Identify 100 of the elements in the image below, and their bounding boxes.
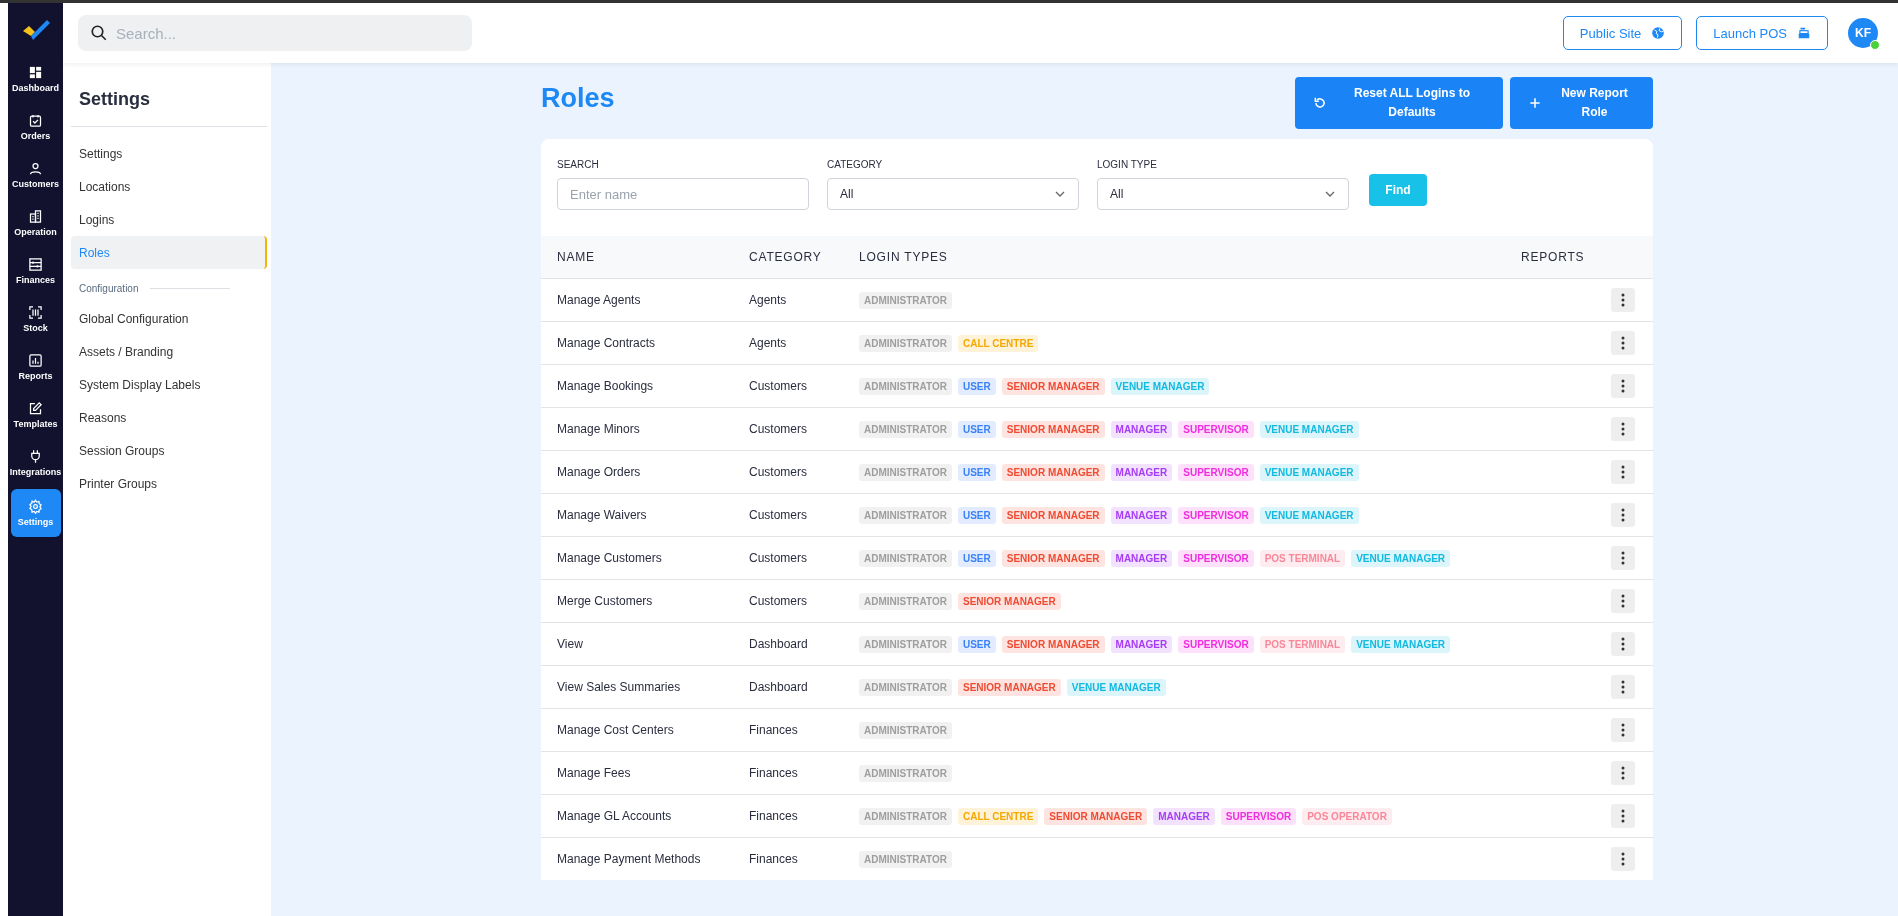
role-name: Manage Contracts <box>541 321 733 365</box>
more-vertical-icon <box>1621 379 1625 393</box>
nav-item[interactable]: Orders <box>10 105 61 149</box>
field-label: SEARCH <box>557 159 600 170</box>
sidebar-item[interactable]: Reasons <box>71 401 267 434</box>
login-type-tag: POS OPERATOR <box>1302 807 1392 825</box>
role-name: View <box>541 622 733 666</box>
login-type-tag: SUPERVISOR <box>1178 549 1254 567</box>
sidebar-item[interactable]: Global Configuration <box>71 302 267 335</box>
role-category: Customers <box>733 364 843 408</box>
action-button[interactable]: New Report Role <box>1510 77 1653 129</box>
sidebar-item[interactable]: Assets / Branding <box>71 335 267 368</box>
login-type-tag: SENIOR MANAGER <box>957 592 1061 610</box>
more-options-button[interactable] <box>1611 632 1635 656</box>
login-type-tag: ADMINISTRATOR <box>859 549 952 567</box>
field-label: LOGIN TYPE <box>1097 159 1158 170</box>
more-vertical-icon <box>1621 293 1625 307</box>
login-type-tag: USER <box>957 635 996 653</box>
more-vertical-icon <box>1621 637 1625 651</box>
more-options-button[interactable] <box>1611 589 1635 613</box>
abacus-icon <box>28 257 43 272</box>
role-name: Manage Payment Methods <box>541 837 733 880</box>
role-category: Dashboard <box>733 665 843 709</box>
login-type-tag: SENIOR MANAGER <box>957 678 1061 696</box>
nav-item[interactable]: Integrations <box>10 441 61 485</box>
sidebar-item[interactable]: Locations <box>71 170 267 203</box>
role-name: Manage Agents <box>541 278 733 322</box>
role-category: Dashboard <box>733 622 843 666</box>
sidebar-item[interactable]: Settings <box>71 137 267 170</box>
nav-item[interactable]: Templates <box>10 393 61 437</box>
role-name: Manage Minors <box>541 407 733 451</box>
role-category: Finances <box>733 751 843 795</box>
role-category: Agents <box>733 278 843 322</box>
more-options-button[interactable] <box>1611 417 1635 441</box>
role-name: Manage Fees <box>541 751 733 795</box>
login-type-tag: MANAGER <box>1110 549 1173 567</box>
edit-icon <box>28 401 43 416</box>
role-name: Manage Bookings <box>541 364 733 408</box>
scan-icon <box>28 305 43 320</box>
more-options-button[interactable] <box>1611 761 1635 785</box>
login-type-tag: SENIOR MANAGER <box>1044 807 1148 825</box>
dropdown[interactable]: All <box>1097 178 1349 210</box>
more-vertical-icon <box>1621 508 1625 522</box>
more-vertical-icon <box>1621 680 1625 694</box>
login-type-tag: MANAGER <box>1110 463 1173 481</box>
sidebar-item[interactable]: System Display Labels <box>71 368 267 401</box>
field-label: CATEGORY <box>827 159 884 170</box>
login-type-tag: ADMINISTRATOR <box>859 592 952 610</box>
user-avatar[interactable]: KF <box>1848 18 1878 48</box>
sidebar-title: Settings <box>71 63 267 127</box>
more-vertical-icon <box>1621 852 1625 866</box>
nav-item[interactable]: Finances <box>10 249 61 293</box>
role-category: Agents <box>733 321 843 365</box>
more-options-button[interactable] <box>1611 331 1635 355</box>
role-category: Finances <box>733 708 843 752</box>
more-options-button[interactable] <box>1611 718 1635 742</box>
login-type-tag: SUPERVISOR <box>1178 506 1254 524</box>
login-type-tag: ADMINISTRATOR <box>859 506 952 524</box>
action-button[interactable]: Reset ALL Logins to Defaults <box>1295 77 1503 129</box>
search-input[interactable]: Enter name <box>557 178 809 210</box>
search-field[interactable]: Search... <box>78 15 472 51</box>
more-options-button[interactable] <box>1611 460 1635 484</box>
login-type-tag: SENIOR MANAGER <box>1001 463 1105 481</box>
dropdown[interactable]: All <box>827 178 1079 210</box>
header-button[interactable]: Launch POS <box>1696 16 1828 50</box>
login-type-tag: USER <box>957 377 996 395</box>
plus-icon <box>1528 96 1542 110</box>
nav-item[interactable]: Stock <box>10 297 61 341</box>
more-options-button[interactable] <box>1611 804 1635 828</box>
more-options-button[interactable] <box>1611 847 1635 871</box>
sidebar-item[interactable]: Printer Groups <box>71 467 267 500</box>
header-button[interactable]: Public Site <box>1562 16 1683 50</box>
more-options-button[interactable] <box>1611 374 1635 398</box>
more-options-button[interactable] <box>1611 288 1635 312</box>
nav-item[interactable]: Settings <box>10 489 61 537</box>
sidebar-item[interactable]: Logins <box>71 203 267 236</box>
more-options-button[interactable] <box>1611 675 1635 699</box>
role-name: View Sales Summaries <box>541 665 733 709</box>
section-heading: Configuration <box>79 283 139 294</box>
role-category: Finances <box>733 794 843 838</box>
column-header: NAME <box>541 236 733 279</box>
more-options-button[interactable] <box>1611 503 1635 527</box>
nav-item[interactable]: Operation <box>10 201 61 245</box>
nav-item[interactable]: Dashboard <box>10 57 61 101</box>
login-type-tag: ADMINISTRATOR <box>859 463 952 481</box>
role-name: Manage Waivers <box>541 493 733 537</box>
column-header: CATEGORY <box>733 236 843 279</box>
person-icon <box>28 161 43 176</box>
login-type-tag: ADMINISTRATOR <box>859 291 952 309</box>
sidebar-item[interactable]: Session Groups <box>71 434 267 467</box>
building-icon <box>28 209 43 224</box>
role-name: Merge Customers <box>541 579 733 623</box>
more-options-button[interactable] <box>1611 546 1635 570</box>
column-header: LOGIN TYPES <box>843 236 1505 279</box>
role-name: Manage Customers <box>541 536 733 580</box>
login-type-tag: VENUE MANAGER <box>1259 463 1359 481</box>
login-type-tag: SENIOR MANAGER <box>1001 549 1105 567</box>
nav-item[interactable]: Reports <box>10 345 61 389</box>
nav-item[interactable]: Customers <box>10 153 61 197</box>
login-type-tag: ADMINISTRATOR <box>859 678 952 696</box>
